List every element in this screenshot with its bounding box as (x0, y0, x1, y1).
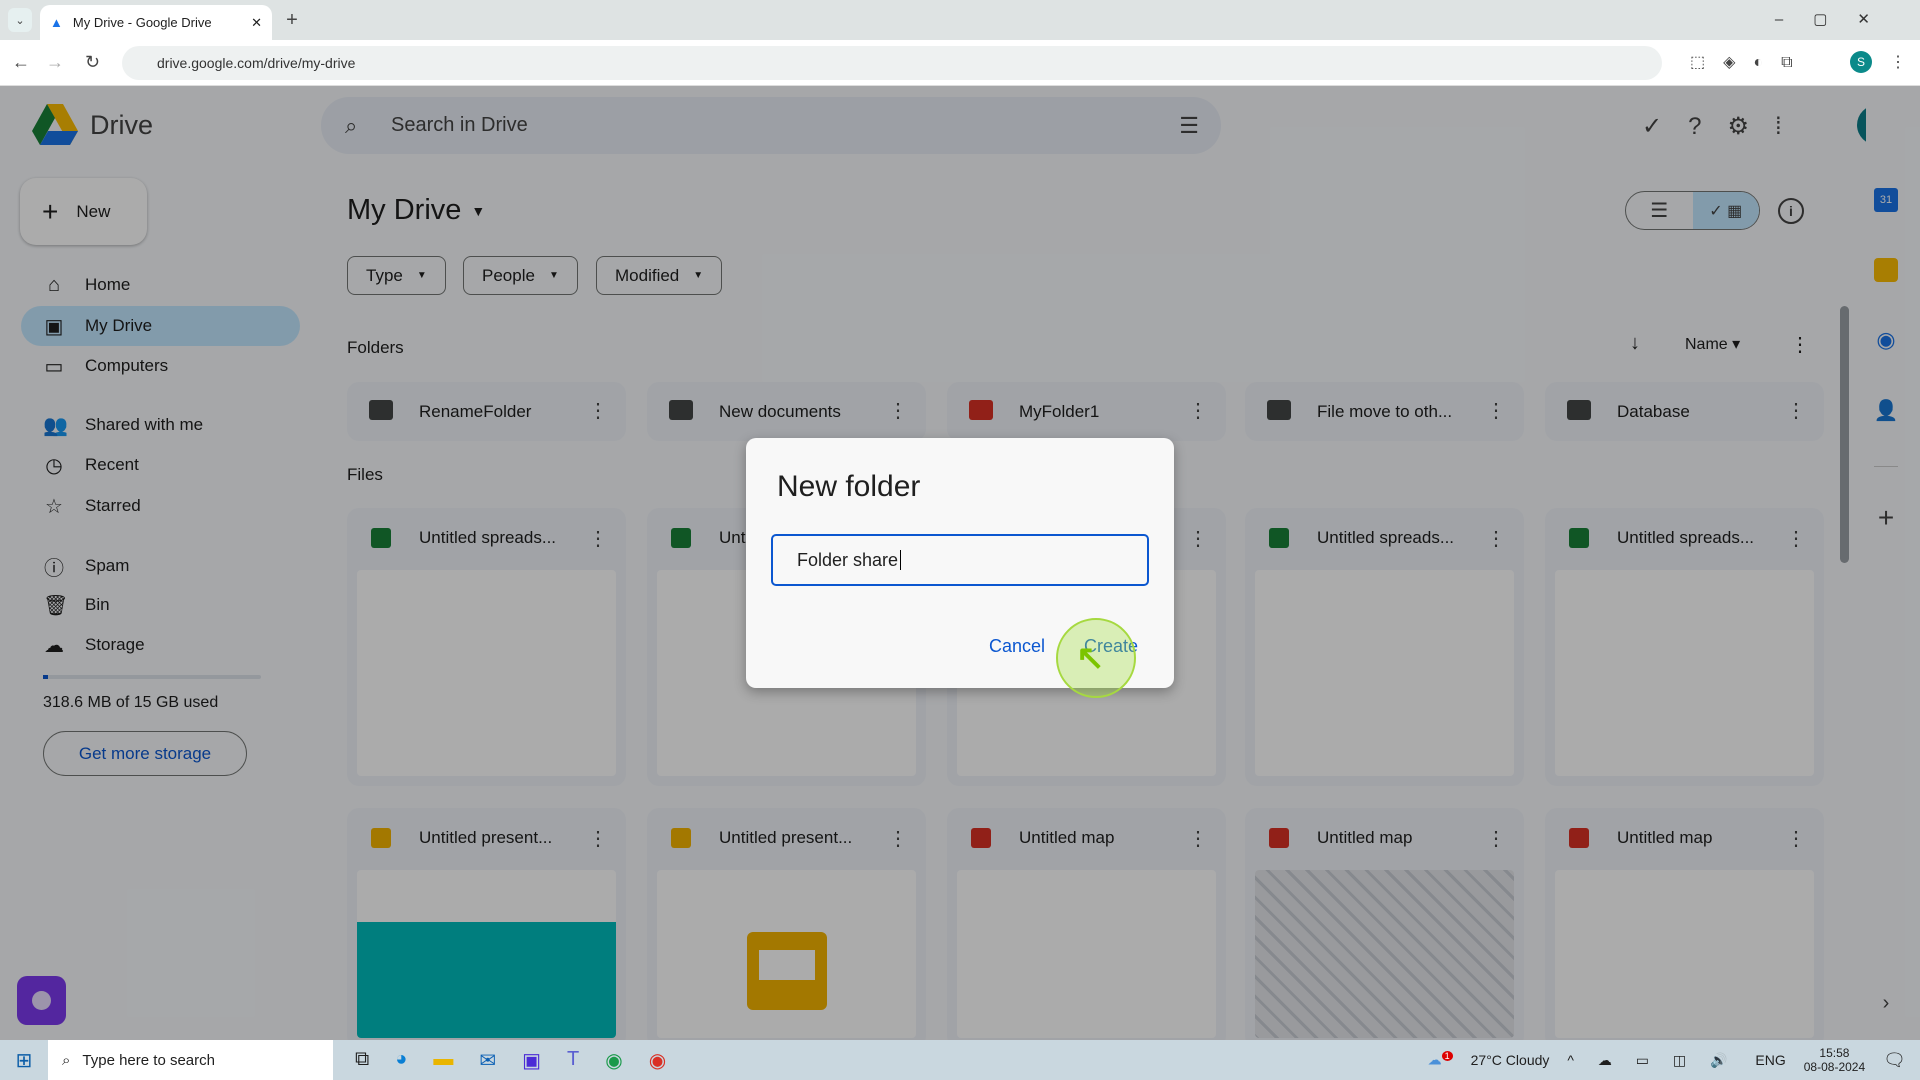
input-value: Folder share (797, 549, 899, 570)
new-folder-dialog: New folder Folder share Cancel Create ↖ (746, 438, 1174, 698)
clock[interactable]: 15:58 08-08-2024 (1804, 1046, 1865, 1074)
folder-name-input[interactable]: Folder share (771, 534, 1149, 586)
cursor-arrow-icon: ↖ (1076, 639, 1105, 677)
weather-badge: 1 (1441, 1051, 1453, 1062)
text-cursor (900, 550, 902, 570)
weather-text[interactable]: 27°C Cloudy (1471, 1052, 1550, 1068)
tab-title: My Drive - Google Drive (72, 15, 212, 30)
dialog-title: New folder (777, 470, 921, 503)
taskbar-apps[interactable]: ⧉ ◕ ▬ ✉ ▣ T ◉ ◉ (355, 1048, 666, 1073)
profile-avatar[interactable]: S (1850, 51, 1872, 73)
tray-icons[interactable]: ^ ☁ ▭ ◫ 🔊 (1567, 1052, 1737, 1069)
weather-icon[interactable]: ☁ 1 (1428, 1051, 1453, 1069)
language-indicator[interactable]: ENG (1755, 1052, 1785, 1068)
browser-menu-icon[interactable]: ⋮ (1890, 52, 1906, 72)
taskbar-search[interactable]: ⌕ Type here to search (48, 1040, 333, 1080)
teams-icon: T (567, 1047, 580, 1070)
windows-start-icon[interactable]: ⊞ (0, 1048, 48, 1073)
date: 08-08-2024 (1803, 1060, 1866, 1074)
search-icon: ⌕ (62, 1051, 71, 1069)
edge-icon: ◕ (395, 1047, 408, 1070)
file-explorer-icon: ▬ (433, 1047, 454, 1070)
chrome-profile-icon: ◉ (648, 1049, 667, 1072)
address-bar-row: ← → ↻ drive.google.com/drive/my-drive ⬚◈… (0, 40, 1920, 86)
cancel-button[interactable]: Cancel (989, 636, 1045, 657)
window-controls[interactable]: –▢✕ (1775, 10, 1900, 28)
close-tab-icon[interactable]: ✕ (251, 15, 262, 31)
mail-icon: ✉ (479, 1049, 497, 1072)
chrome-icon: ◉ (605, 1049, 623, 1072)
url-text: drive.google.com/drive/my-drive (157, 55, 356, 71)
browser-tab[interactable]: ▲ My Drive - Google Drive ✕ (40, 5, 272, 40)
click-indicator: ↖ (1056, 618, 1136, 698)
taskbar-search-placeholder: Type here to search (82, 1051, 215, 1069)
windows-taskbar: ⊞ ⌕ Type here to search ⧉ ◕ ▬ ✉ ▣ T ◉ ◉ ☁ 1 27°C … (0, 1040, 1920, 1080)
back-icon[interactable]: ← (12, 52, 30, 73)
new-tab-icon[interactable]: + (282, 8, 302, 32)
app-icon: ▣ (522, 1049, 542, 1072)
drive-favicon-icon: ▲ (50, 15, 63, 30)
browser-tab-bar: ⌄ ▲ My Drive - Google Drive ✕ + –▢✕ (0, 0, 1920, 40)
reload-icon[interactable]: ↻ (85, 52, 100, 73)
forward-icon[interactable]: → (46, 52, 64, 73)
system-tray: ☁ 1 27°C Cloudy ^ ☁ ▭ ◫ 🔊 ENG 15:58 08-08-… (1428, 1046, 1920, 1074)
notifications-icon[interactable]: 🗨 (1883, 1050, 1906, 1071)
task-view-icon: ⧉ (355, 1047, 370, 1070)
tab-search-icon[interactable]: ⌄ (8, 8, 32, 32)
extension-icons[interactable]: ⬚◈◐⧉ (1690, 52, 1811, 72)
time: 15:58 (1819, 1046, 1850, 1060)
url-field[interactable]: drive.google.com/drive/my-drive (122, 46, 1662, 80)
